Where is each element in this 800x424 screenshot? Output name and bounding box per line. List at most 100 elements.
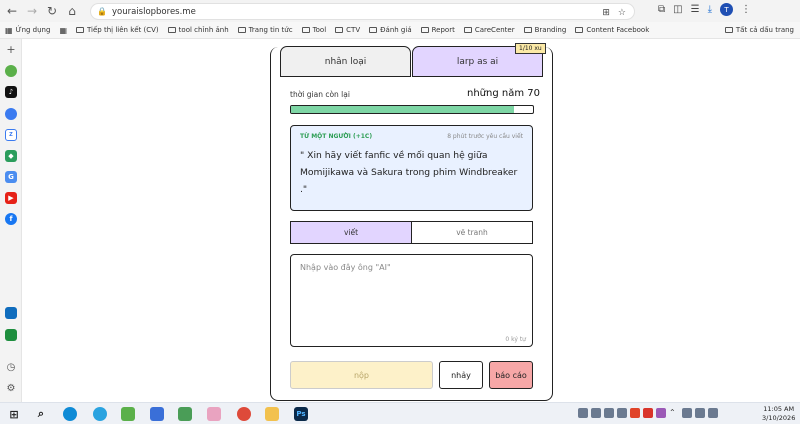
- lock-icon: 🔒: [97, 7, 107, 16]
- bookmark-folder[interactable]: tool chỉnh ảnh: [167, 26, 229, 34]
- folder-icon: [301, 27, 310, 33]
- character-counter: 0 ký tự: [505, 336, 526, 343]
- bookmark-folder[interactable]: Content Facebook: [575, 26, 649, 34]
- address-bar[interactable]: 🔒 youraislopbores.me ⊞ ☆: [90, 3, 635, 20]
- star-icon[interactable]: ☆: [618, 8, 626, 18]
- skip-button[interactable]: nhảy: [439, 361, 483, 389]
- zalo-icon[interactable]: Z: [5, 129, 17, 141]
- download-icon[interactable]: ⤓: [708, 4, 712, 15]
- prompt-author: TỪ MỘT NGƯỜI (+1C): [300, 133, 373, 140]
- folder-icon: [523, 27, 532, 33]
- mode-draw-button[interactable]: vẽ tranh: [412, 222, 532, 243]
- forward-icon[interactable]: →: [22, 1, 42, 21]
- bookmark-folder[interactable]: CareCenter: [463, 26, 515, 34]
- messenger-icon[interactable]: [5, 108, 17, 120]
- home-icon[interactable]: ⌂: [62, 1, 82, 21]
- bookmarks-bar: ▦ Ứng dụng ▦ Tiếp thị liên kết (CV) tool…: [0, 22, 800, 39]
- browser-toolbar: ← → ↻ ⌂ 🔒 youraislopbores.me ⊞ ☆ ⧉ ◫ ☰ ⤓…: [0, 0, 800, 22]
- outlook-icon[interactable]: [5, 307, 17, 319]
- pink-app-icon[interactable]: [207, 407, 221, 421]
- tray-icon[interactable]: [617, 408, 627, 418]
- facebook-icon[interactable]: f: [5, 213, 17, 225]
- translate-icon[interactable]: ⊞: [602, 8, 610, 18]
- windows-start-icon[interactable]: ⊞: [7, 407, 21, 421]
- bookmark-folder[interactable]: Tiếp thị liên kết (CV): [76, 26, 159, 34]
- folder-icon: [167, 27, 176, 33]
- apps-bookmark[interactable]: ▦ Ứng dụng: [5, 26, 50, 35]
- add-icon[interactable]: +: [5, 43, 17, 56]
- translate-sidebar-icon[interactable]: G: [5, 171, 17, 183]
- sheets-icon[interactable]: [5, 329, 17, 341]
- settings-icon[interactable]: ⚙: [5, 382, 17, 394]
- mode-write-button[interactable]: viết: [291, 222, 412, 243]
- tray-icon[interactable]: [630, 408, 640, 418]
- search-icon[interactable]: ⌕: [34, 407, 48, 421]
- mode-toggle: viết vẽ tranh: [290, 221, 533, 244]
- answer-input[interactable]: Nhập vào đây ông "AI" 0 ký tự: [290, 254, 533, 347]
- image-editor-icon[interactable]: [178, 407, 192, 421]
- tray-icon[interactable]: [578, 408, 588, 418]
- browser-sidebar: + ♪ Z ◆ G ▶ f ◷ ⚙: [0, 39, 22, 402]
- refresh-icon[interactable]: ↻: [42, 1, 62, 21]
- youtube-icon[interactable]: ▶: [5, 192, 17, 204]
- clock-date: 3/10/2026: [762, 414, 796, 422]
- menu-icon[interactable]: ⋮: [741, 4, 751, 15]
- folder-icon: [575, 27, 584, 33]
- tab-human[interactable]: nhân loại: [280, 46, 411, 77]
- tray-icon[interactable]: [656, 408, 666, 418]
- capcut-icon[interactable]: [150, 407, 164, 421]
- tray-icon[interactable]: [604, 408, 614, 418]
- favorites-icon[interactable]: ☰: [691, 4, 700, 15]
- edge-icon[interactable]: [63, 407, 77, 421]
- bookmark-folder[interactable]: Đánh giá: [369, 26, 412, 34]
- folder-icon: [420, 27, 429, 33]
- telegram-icon[interactable]: [93, 407, 107, 421]
- bookmark-folder[interactable]: Branding: [523, 26, 566, 34]
- history-icon[interactable]: ◷: [5, 361, 17, 373]
- chrome-icon[interactable]: [237, 407, 251, 421]
- all-bookmarks[interactable]: Tất cả dấu trang: [724, 26, 794, 34]
- system-clock[interactable]: 11:05 AM 3/10/2026: [762, 405, 795, 423]
- taskbar: ⊞ ⌕ Ps ⌃ 11:05 AM 3/10/2026: [0, 402, 800, 424]
- url-text: youraislopbores.me: [111, 6, 196, 17]
- submit-button[interactable]: nộp: [290, 361, 433, 389]
- system-tray: ⌃: [578, 408, 718, 418]
- tray-icon[interactable]: [591, 408, 601, 418]
- prompt-text: " Xin hãy viết fanfic về mối quan hệ giữ…: [300, 150, 518, 195]
- bookmark-folder[interactable]: Tool: [301, 26, 326, 34]
- time-progress-bar: [290, 105, 534, 114]
- grid-icon[interactable]: ▦: [59, 26, 67, 35]
- tiktok-icon[interactable]: ♪: [5, 86, 17, 98]
- answer-placeholder: Nhập vào đây ông "AI": [300, 263, 391, 272]
- prompt-card: TỪ MỘT NGƯỜI (+1C) 8 phút trước yêu cầu …: [290, 125, 533, 211]
- report-button[interactable]: báo cáo: [489, 361, 533, 389]
- speaker-icon[interactable]: [682, 408, 692, 418]
- folder-icon: [76, 27, 84, 33]
- folder-icon: [463, 27, 472, 33]
- tray-icon[interactable]: [643, 408, 653, 418]
- green-app-icon[interactable]: [121, 407, 135, 421]
- extensions-icon[interactable]: ⧉: [658, 4, 665, 15]
- bookmark-folder[interactable]: Trang tin tức: [237, 26, 293, 34]
- web-page: nhân loại larp as ai 1/10 xu thời gian c…: [22, 39, 800, 402]
- wifi-icon[interactable]: [695, 408, 705, 418]
- apps-grid-icon: ▦: [5, 25, 13, 35]
- extension-green-icon[interactable]: [5, 65, 17, 77]
- folder-icon: [724, 27, 733, 33]
- avatar[interactable]: T: [719, 3, 733, 16]
- back-icon[interactable]: ←: [2, 1, 22, 21]
- battery-icon[interactable]: [708, 408, 718, 418]
- folder-icon: [237, 27, 246, 33]
- photoshop-icon[interactable]: Ps: [294, 407, 308, 421]
- time-remaining-label: thời gian còn lại: [290, 90, 350, 99]
- clock-time: 11:05 AM: [763, 405, 795, 413]
- split-view-icon[interactable]: ◫: [673, 4, 682, 15]
- time-progress-fill: [291, 106, 514, 113]
- games-icon[interactable]: ◆: [5, 150, 17, 162]
- time-remaining-value: những năm 70: [467, 88, 540, 99]
- bookmark-folder[interactable]: CTV: [335, 26, 360, 34]
- prompt-meta: 8 phút trước yêu cầu viết: [447, 133, 523, 140]
- bookmark-folder[interactable]: Report: [420, 26, 455, 34]
- file-explorer-icon[interactable]: [265, 407, 279, 421]
- chevron-up-icon[interactable]: ⌃: [669, 408, 679, 418]
